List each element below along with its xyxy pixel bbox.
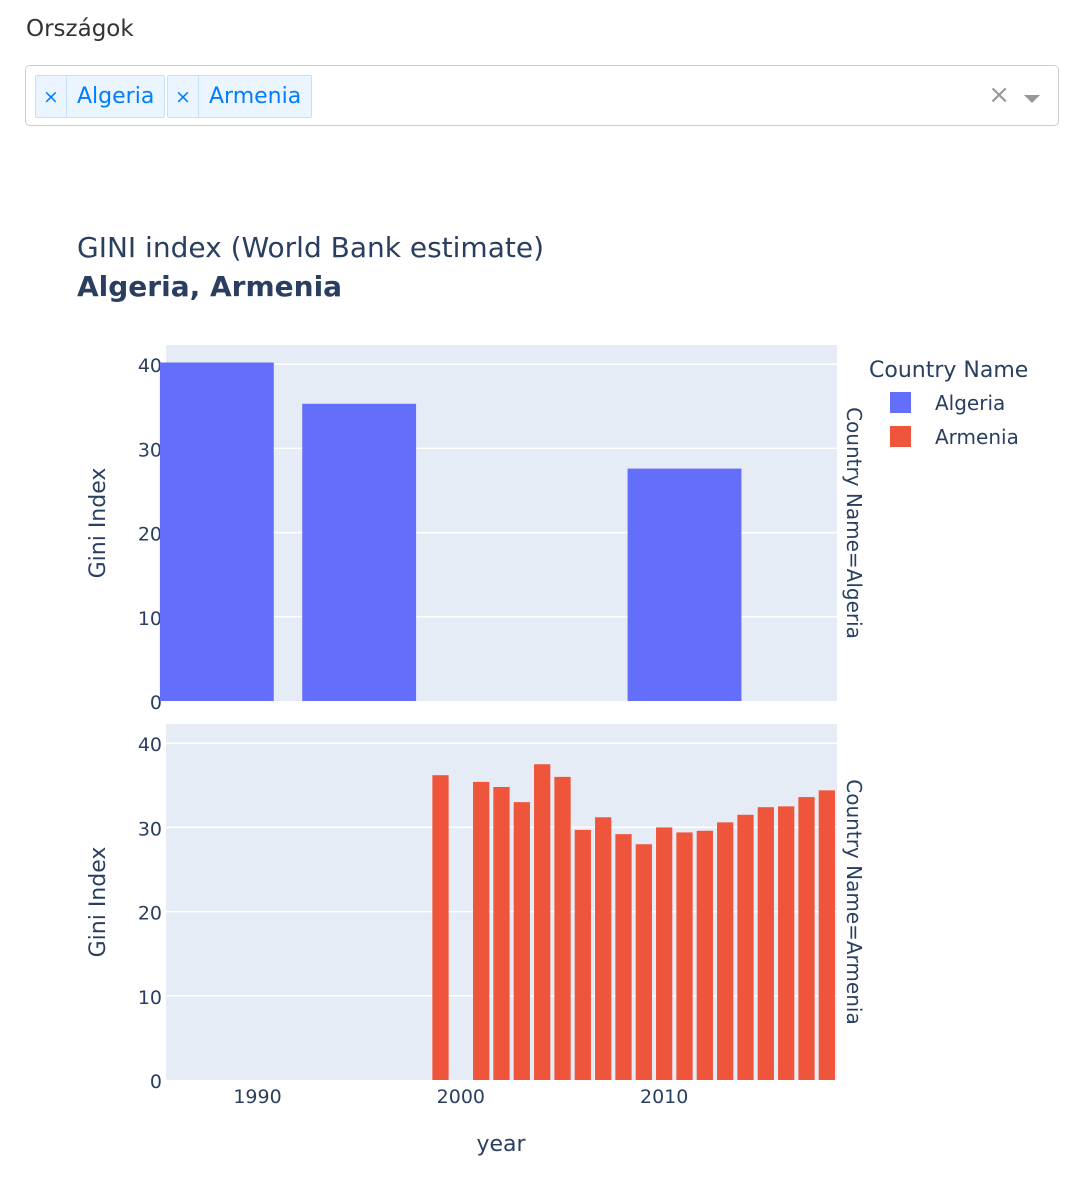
bar-armenia-2005[interactable] [554,776,571,1080]
y-tick-label: 30 [138,439,162,461]
bar-armenia-2009[interactable] [635,844,652,1080]
y-tick-label: 30 [138,818,162,840]
legend-title: Country Name [869,358,1028,383]
x-tick-label: 1990 [233,1086,281,1108]
bar-armenia-2004[interactable] [534,764,551,1080]
bar-armenia-2015[interactable] [757,807,774,1080]
bar-armenia-2010[interactable] [656,827,673,1080]
bar-armenia-2011[interactable] [676,832,693,1080]
facet-label: Country Name=Algeria [842,407,866,639]
bar-armenia-1999[interactable] [432,775,449,1080]
bar-armenia-2014[interactable] [737,814,754,1080]
y-axis-title: Gini Index [86,468,111,579]
x-tick-label: 2000 [437,1086,485,1108]
bar-armenia-2002[interactable] [493,786,510,1080]
facet-label: Country Name=Armenia [842,779,866,1024]
bar-armenia-2008[interactable] [615,834,632,1080]
bar-armenia-2016[interactable] [778,806,795,1080]
legend-label-armenia[interactable]: Armenia [935,425,1019,449]
y-tick-label: 40 [138,734,162,756]
y-axis-title: Gini Index [86,847,111,958]
x-tick-label: 2010 [640,1086,688,1108]
legend-swatch-armenia[interactable] [890,426,911,447]
legend: Country Name Algeria Armenia [869,358,1028,449]
chart-title: GINI index (World Bank estimate) [77,231,544,264]
chart-subtitle: Algeria, Armenia [77,270,342,303]
bar-armenia-2013[interactable] [717,822,734,1080]
bar-armenia-2001[interactable] [473,781,490,1080]
y-tick-label: 20 [138,903,162,925]
bar-algeria-2011[interactable] [627,468,742,701]
bar-armenia-2012[interactable] [696,830,713,1080]
y-tick-label: 40 [138,355,162,377]
gini-chart: GINI index (World Bank estimate) Algeria… [77,231,1028,1157]
bar-armenia-2006[interactable] [574,829,591,1080]
y-tick-label: 10 [138,608,162,630]
y-tick-label: 20 [138,524,162,546]
bar-armenia-2017[interactable] [798,797,815,1080]
legend-swatch-algeria[interactable] [890,392,911,413]
x-axis-title: year [476,1132,526,1157]
legend-label-algeria[interactable]: Algeria [935,391,1005,415]
bar-algeria-1988[interactable] [159,362,274,701]
bar-algeria-1995[interactable] [302,403,417,701]
y-tick-label: 0 [150,1071,162,1093]
y-tick-label: 10 [138,987,162,1009]
bar-armenia-2007[interactable] [595,817,612,1080]
bar-armenia-2018[interactable] [818,790,835,1080]
bar-armenia-2003[interactable] [513,802,530,1080]
